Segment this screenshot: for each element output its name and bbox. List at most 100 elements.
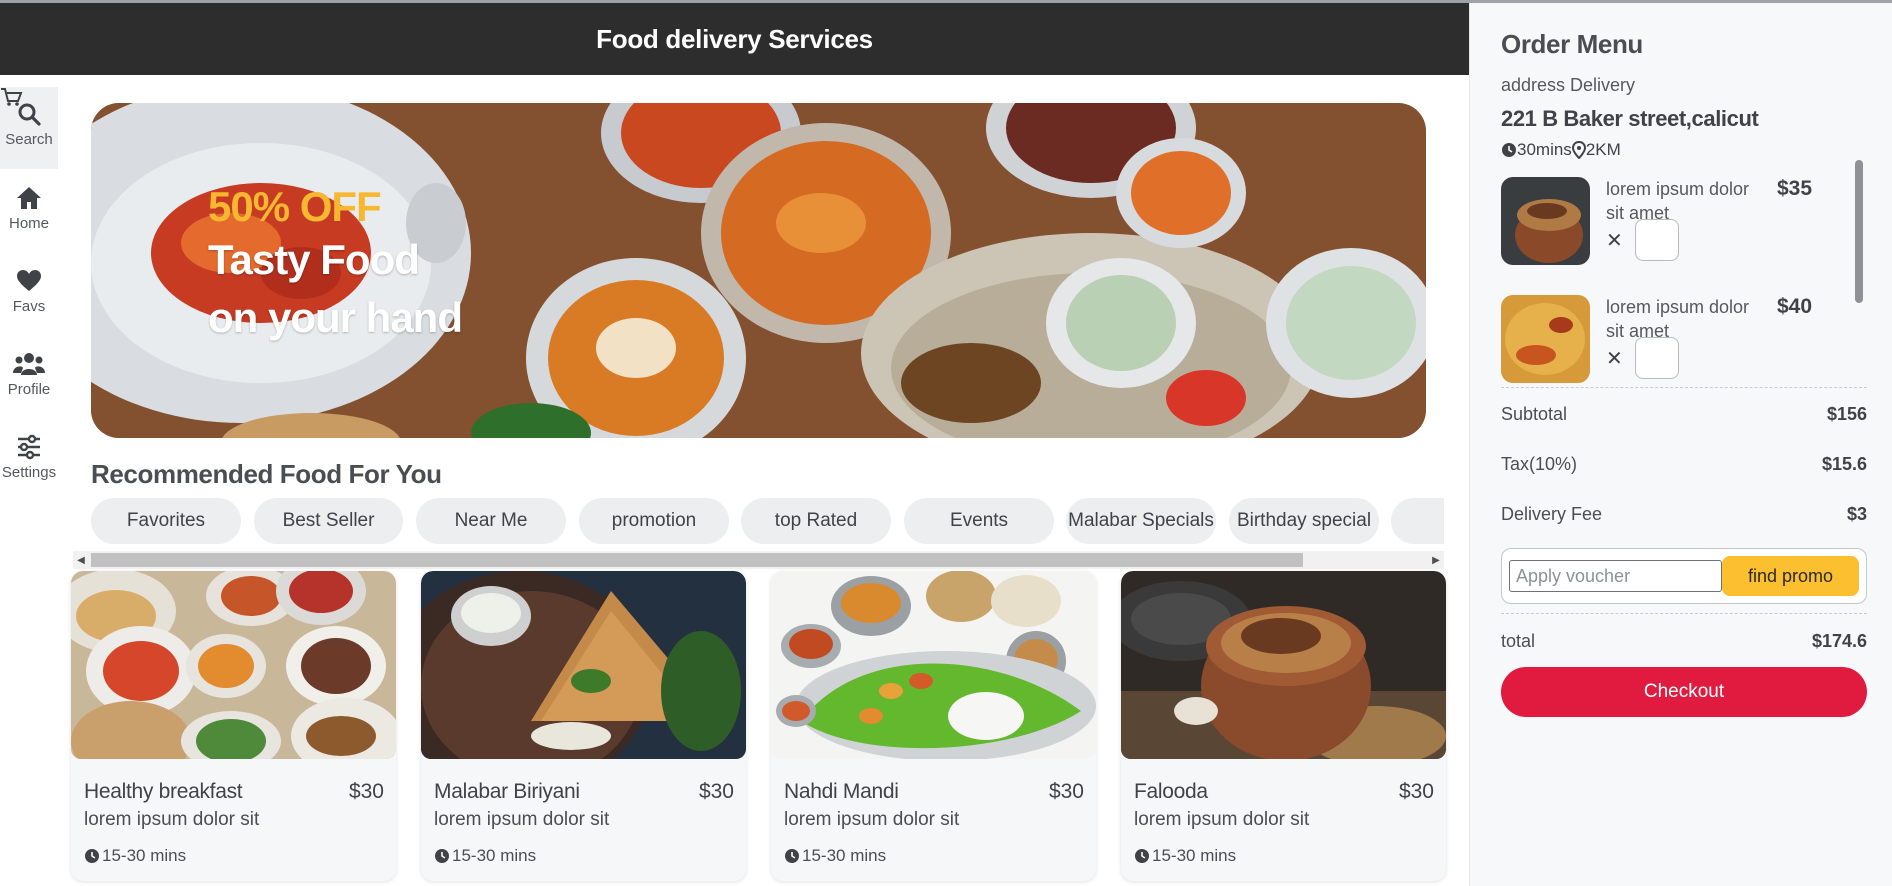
food-time-label: 15-30 mins: [452, 846, 537, 865]
food-card-healthy-breakfast[interactable]: Healthy breakfast $30 lorem ipsum dolor …: [71, 571, 396, 881]
food-desc: lorem ipsum dolor sit: [784, 809, 960, 830]
food-price: $30: [1048, 780, 1084, 803]
recommended-title: Recommended Food For You: [91, 459, 442, 489]
delivery-row: Delivery Fee $3: [1501, 504, 1867, 525]
clock-icon: [1135, 849, 1149, 863]
food-time-label: 15-30 mins: [1152, 846, 1237, 865]
total-label: total: [1501, 631, 1536, 651]
voucher-input[interactable]: [1509, 560, 1722, 592]
food-time: 15-30 mins: [434, 846, 536, 866]
delivery-label: Delivery Fee: [1501, 504, 1603, 524]
home-icon: [17, 187, 41, 209]
nav-settings[interactable]: Settings: [0, 434, 58, 481]
food-card-falooda[interactable]: Falooda $30 lorem ipsum dolor sit 15-30 …: [1121, 571, 1446, 881]
voucher-box: find promo: [1501, 548, 1867, 604]
scrollbar-thumb[interactable]: [91, 553, 1303, 567]
food-time: 15-30 mins: [1134, 846, 1236, 866]
chip-top-rated[interactable]: top Rated: [741, 498, 891, 544]
chip-events[interactable]: Events: [904, 498, 1054, 544]
subtotal-value: $156: [1826, 404, 1867, 424]
food-name: Malabar Biriyani: [434, 780, 580, 803]
order-item: lorem ipsum dolor sit amet $40 ✕: [1501, 286, 1875, 383]
order-list-scrollbar[interactable]: [1855, 160, 1863, 303]
banner-offer: 50% OFF: [208, 183, 382, 230]
nav-profile-label: Profile: [7, 381, 51, 398]
divider: [1501, 387, 1867, 388]
delivery-address: 221 B Baker street,calicut: [1501, 106, 1759, 131]
order-title: Order Menu: [1501, 29, 1643, 59]
quantity-box[interactable]: [1635, 219, 1679, 261]
food-name: Nahdi Mandi: [784, 780, 899, 803]
order-item-price: $40: [1777, 295, 1813, 318]
nav-favs[interactable]: Favs: [0, 268, 58, 315]
chips-scrollbar[interactable]: ◀ ▶: [73, 551, 1444, 569]
order-item-name: lorem ipsum dolor sit amet: [1606, 179, 1750, 223]
tax-row: Tax(10%) $15.6: [1501, 454, 1867, 475]
food-image-healthy-breakfast: [71, 571, 396, 759]
banner-text: 50% OFF Tasty Food on your hand: [208, 183, 463, 347]
food-card-malabar-biriyani[interactable]: Malabar Biriyani $30 lorem ipsum dolor s…: [421, 571, 746, 881]
banner-line-2: on your hand: [208, 294, 463, 341]
nav-home-label: Home: [8, 215, 49, 232]
food-time: 15-30 mins: [784, 846, 886, 866]
food-desc: lorem ipsum dolor sit: [84, 809, 260, 830]
order-item-name: lorem ipsum dolor sit amet: [1606, 297, 1750, 341]
cart-icon: [1, 88, 23, 106]
remove-icon[interactable]: ✕: [1606, 346, 1623, 371]
food-time-label: 15-30 mins: [802, 846, 887, 865]
clock-icon: [785, 849, 799, 863]
scroll-right-icon[interactable]: ▶: [1428, 551, 1444, 569]
clock-icon: [1502, 143, 1516, 157]
map-pin-icon: [1571, 141, 1586, 159]
sidebar-nav: Search Home Favs Profile Settings: [0, 75, 60, 886]
nav-profile[interactable]: Profile: [0, 351, 58, 398]
chip-promotion[interactable]: promotion: [579, 498, 729, 544]
delivery-distance: 2KM: [1585, 140, 1621, 159]
clock-icon: [85, 849, 99, 863]
order-item-image: [1501, 295, 1590, 383]
delivery-duration: 30mins: [1517, 140, 1572, 159]
remove-icon[interactable]: ✕: [1606, 228, 1623, 253]
order-panel: Order Menu address Delivery 221 B Baker …: [1469, 3, 1892, 886]
food-desc: lorem ipsum dolor sit: [434, 809, 610, 830]
food-desc: lorem ipsum dolor sit: [1134, 809, 1310, 830]
chip-malabar-specials[interactable]: Malabar Specials: [1066, 498, 1216, 544]
app-header: Food delivery Services: [0, 3, 1469, 75]
heart-icon: [17, 270, 41, 291]
app-title: Food delivery Services: [596, 23, 873, 54]
food-card-nahdi-mandi[interactable]: Nahdi Mandi $30 lorem ipsum dolor sit 15…: [771, 571, 1096, 881]
nav-home[interactable]: Home: [0, 185, 58, 232]
chip-favorites[interactable]: Favorites: [91, 498, 241, 544]
subtotal-label: Subtotal: [1501, 404, 1568, 424]
order-item: lorem ipsum dolor sit amet $35 ✕: [1501, 168, 1875, 265]
chip-near-me[interactable]: Near Me: [416, 498, 566, 544]
subtotal-row: Subtotal $156: [1501, 404, 1867, 425]
delivery-value: $3: [1846, 504, 1867, 524]
quantity-box[interactable]: [1635, 337, 1679, 379]
chip-birthday-special[interactable]: Birthday special: [1229, 498, 1379, 544]
nav-favs-label: Favs: [12, 298, 46, 315]
tax-value: $15.6: [1821, 454, 1867, 474]
users-icon: [13, 353, 45, 375]
order-item-image: [1501, 177, 1590, 265]
nav-search[interactable]: Search: [0, 87, 58, 169]
nav-settings-label: Settings: [1, 464, 57, 481]
checkout-button[interactable]: Checkout: [1501, 667, 1867, 717]
scroll-left-icon[interactable]: ◀: [73, 551, 89, 569]
total-row: total $174.6: [1501, 631, 1867, 652]
tax-label: Tax(10%): [1501, 454, 1578, 474]
order-item-price: $35: [1777, 177, 1813, 200]
promo-banner[interactable]: 50% OFF Tasty Food on your hand: [91, 103, 1426, 438]
food-price: $30: [1398, 780, 1434, 803]
find-promo-button[interactable]: find promo: [1722, 556, 1859, 596]
category-chips: Favorites Best Seller Near Me promotion …: [91, 498, 1444, 544]
food-time-label: 15-30 mins: [102, 846, 187, 865]
chip-more[interactable]: [1391, 498, 1444, 544]
food-name: Falooda: [1134, 780, 1208, 803]
sliders-icon: [18, 434, 40, 460]
food-image-falooda: [1121, 571, 1446, 759]
food-name: Healthy breakfast: [84, 780, 243, 803]
chip-best-seller[interactable]: Best Seller: [254, 498, 403, 544]
food-image-nahdi-mandi: [771, 571, 1096, 759]
food-price: $30: [698, 780, 734, 803]
